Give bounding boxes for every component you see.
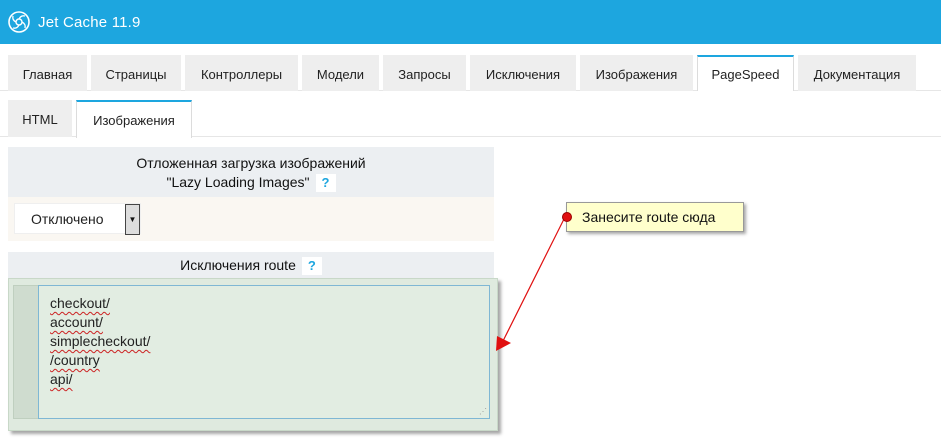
route-line: /country <box>50 352 100 368</box>
route-line: account/ <box>50 314 103 330</box>
lazy-loading-select-row: Отключено ▼ <box>8 197 494 241</box>
route-line: simplecheckout/ <box>50 333 151 349</box>
subtab-html[interactable]: HTML <box>8 100 72 137</box>
subtab-images[interactable]: Изображения <box>76 100 192 138</box>
route-exclusions-editor: checkout/ account/ simplecheckout/ /coun… <box>8 278 498 431</box>
app-title: Jet Cache 11.9 <box>38 13 141 31</box>
lazy-loading-select[interactable]: Отключено ▼ <box>14 203 141 235</box>
lazy-loading-title: Отложенная загрузка изображений <box>136 155 366 171</box>
route-line: checkout/ <box>50 295 110 311</box>
tab-exclusions[interactable]: Исключения <box>470 55 576 91</box>
annotation-callout: Занесите route сюда <box>562 202 744 232</box>
route-exclusions-textarea[interactable]: checkout/ account/ simplecheckout/ /coun… <box>38 285 490 419</box>
annotation-dot-icon <box>562 212 572 222</box>
sub-tab-bar: HTML Изображения <box>0 91 941 138</box>
main-tab-bar: Главная Страницы Контроллеры Модели Запр… <box>0 44 941 92</box>
tab-controllers[interactable]: Контроллеры <box>185 55 298 91</box>
editor-gutter <box>13 285 39 419</box>
resize-grip-icon[interactable]: ⋰ <box>479 408 487 416</box>
lazy-loading-help-icon[interactable]: ? <box>315 174 336 193</box>
tab-pages[interactable]: Страницы <box>91 55 181 91</box>
app-header: Jet Cache 11.9 <box>0 0 941 44</box>
route-exclusions-help-icon[interactable]: ? <box>301 257 322 276</box>
tab-queries[interactable]: Запросы <box>383 55 466 91</box>
route-exclusions-title: Исключения route <box>180 257 296 273</box>
lazy-loading-selected-value: Отключено <box>31 211 104 227</box>
jet-cache-logo-icon <box>8 11 30 33</box>
tab-pagespeed[interactable]: PageSpeed <box>697 55 794 92</box>
lazy-loading-header: Отложенная загрузка изображений "Lazy Lo… <box>8 147 494 197</box>
tab-images[interactable]: Изображения <box>580 55 693 91</box>
route-exclusions-header: Исключения route? <box>8 252 494 278</box>
chevron-down-icon[interactable]: ▼ <box>125 204 140 235</box>
annotation-text: Занесите route сюда <box>582 209 716 225</box>
tab-documentation[interactable]: Документация <box>798 55 916 91</box>
tab-main[interactable]: Главная <box>8 55 87 91</box>
lazy-loading-subtitle: "Lazy Loading Images" <box>166 174 310 190</box>
route-line: api/ <box>50 371 73 387</box>
tab-models[interactable]: Модели <box>302 55 379 91</box>
